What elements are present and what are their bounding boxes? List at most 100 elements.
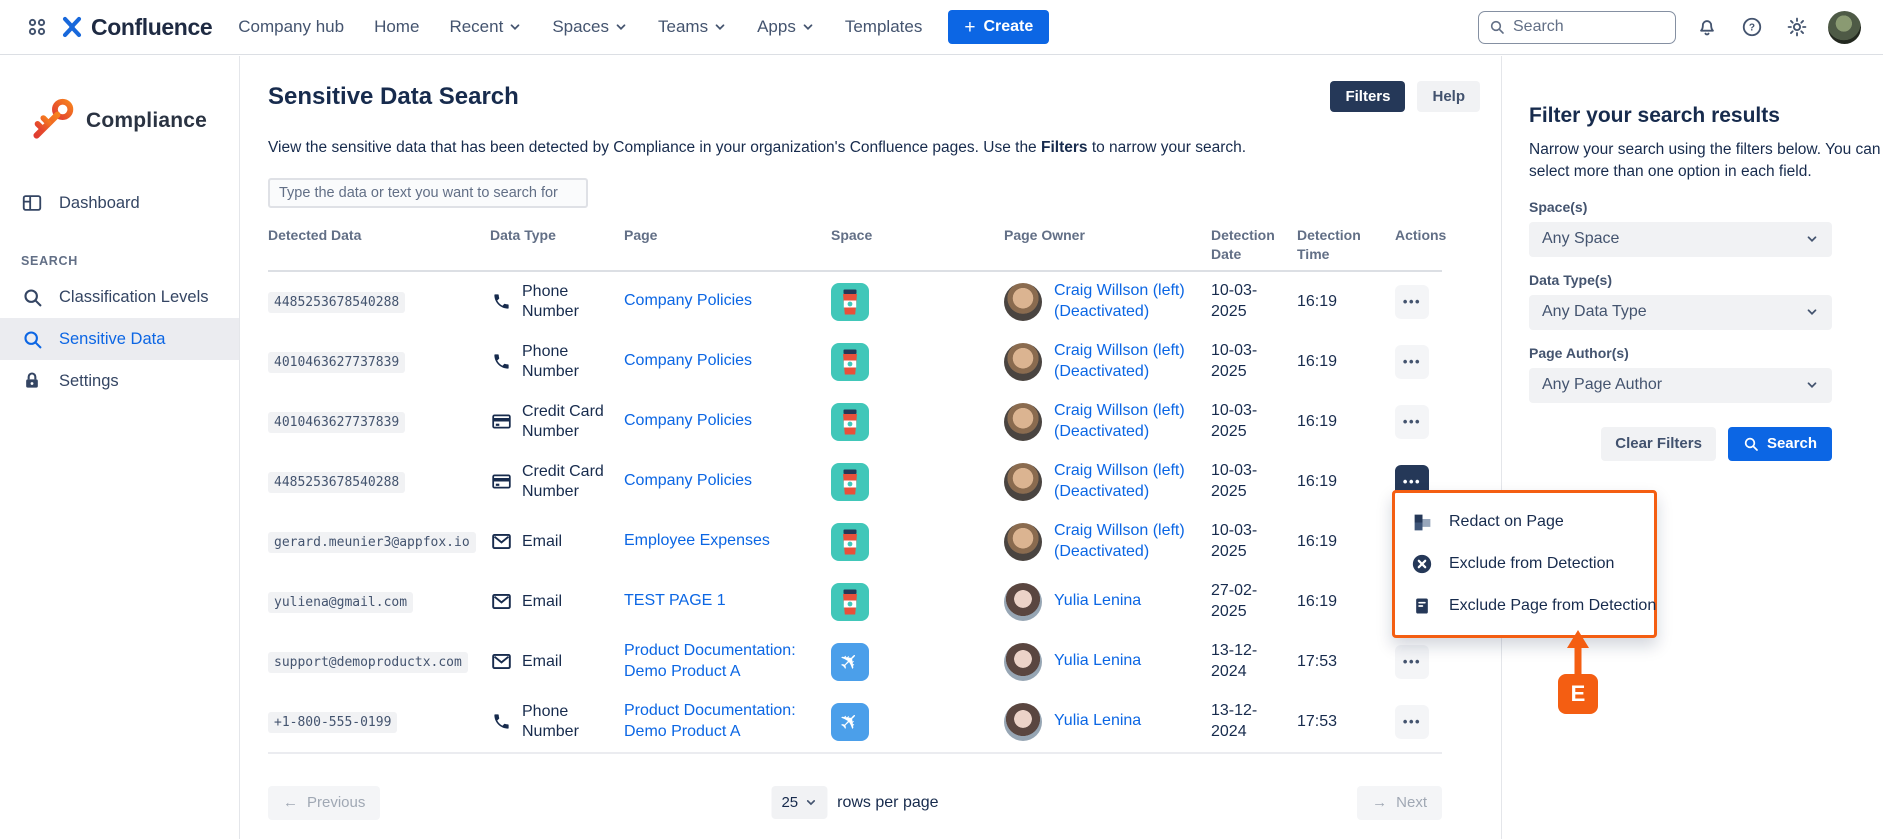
app-switcher-icon[interactable] xyxy=(22,12,52,42)
page-link[interactable]: Company Policies xyxy=(624,411,752,432)
row-actions-button[interactable]: ••• xyxy=(1395,405,1429,439)
cell-page-owner: Craig Willson (left) (Deactivated) xyxy=(1004,281,1211,323)
help-button[interactable]: Help xyxy=(1417,81,1480,112)
menu-item-exclude-page-from-detection[interactable]: Exclude Page from Detection xyxy=(1395,585,1654,627)
page-link[interactable]: TEST PAGE 1 xyxy=(624,591,726,612)
next-page-button[interactable]: → Next xyxy=(1357,786,1442,820)
arrow-right-icon: → xyxy=(1372,794,1387,811)
cell-space: ✈ xyxy=(831,703,1004,741)
user-avatar[interactable] xyxy=(1828,11,1861,44)
page-owner-link[interactable]: Yulia Lenina xyxy=(1054,651,1141,672)
global-search-input[interactable] xyxy=(1513,18,1665,36)
filter-panel-title: Filter your search results xyxy=(1529,104,1883,128)
page-owner-link[interactable]: Craig Willson (left) (Deactivated) xyxy=(1054,461,1203,503)
cell-detected-data: 4010463627737839 xyxy=(268,413,490,431)
row-actions-button[interactable]: ••• xyxy=(1395,705,1429,739)
cell-detection-time: 16:19 xyxy=(1297,473,1395,491)
cell-page: Company Policies xyxy=(624,411,831,432)
topnav-item-home[interactable]: Home xyxy=(374,17,419,37)
help-icon[interactable]: ? xyxy=(1738,13,1766,41)
cell-page: Employee Expenses xyxy=(624,531,831,552)
cell-detected-data: 4010463627737839 xyxy=(268,353,490,371)
notifications-bell-icon[interactable] xyxy=(1693,13,1721,41)
page-link[interactable]: Company Policies xyxy=(624,471,752,492)
detected-data-value: 4010463627737839 xyxy=(268,412,405,433)
cell-actions: ••• xyxy=(1395,645,1442,679)
sidebar-item-classification-levels[interactable]: Classification Levels xyxy=(0,276,239,318)
rows-per-page-select[interactable]: 25 xyxy=(771,786,827,819)
column-header-detected-data: Detected Data xyxy=(268,226,490,245)
filter-field-select[interactable]: Any Data Type xyxy=(1529,295,1832,330)
menu-item-redact-on-page[interactable]: Redact on Page xyxy=(1395,501,1654,543)
page-link[interactable]: Employee Expenses xyxy=(624,531,770,552)
page-link[interactable]: Product Documentation: Demo Product A xyxy=(624,641,809,683)
topnav-item-company-hub[interactable]: Company hub xyxy=(238,17,344,37)
page-link[interactable]: Product Documentation: Demo Product A xyxy=(624,701,809,743)
filter-field-page-author-s-: Page Author(s)Any Page Author xyxy=(1529,345,1832,403)
filter-field-select[interactable]: Any Space xyxy=(1529,222,1832,257)
filter-search-button[interactable]: Search xyxy=(1728,427,1832,461)
plus-icon: + xyxy=(964,18,975,37)
topnav-item-teams[interactable]: Teams xyxy=(658,17,727,37)
coffee-space-icon xyxy=(831,463,1004,501)
previous-page-button[interactable]: ← Previous xyxy=(268,786,380,820)
sidebar-item-settings[interactable]: Settings xyxy=(0,360,239,402)
cell-detection-date: 10-03-2025 xyxy=(1211,521,1297,563)
cell-page: Company Policies xyxy=(624,471,831,492)
compliance-key-icon xyxy=(26,94,80,148)
chevron-down-icon xyxy=(508,20,522,34)
chevron-down-icon xyxy=(804,796,817,809)
table-row: 4010463627737839 Credit Card Number Compan… xyxy=(268,392,1442,452)
clear-filters-button[interactable]: Clear Filters xyxy=(1601,427,1716,461)
data-type-label: Phone Number xyxy=(522,282,614,322)
filter-field-value: Any Space xyxy=(1542,230,1619,248)
pagination: ← Previous 25 rows per page → Next xyxy=(268,786,1442,820)
filter-field-select[interactable]: Any Page Author xyxy=(1529,368,1832,403)
filter-field-value: Any Data Type xyxy=(1542,303,1647,321)
create-button[interactable]: + Create xyxy=(948,10,1049,44)
table-search-input[interactable] xyxy=(268,178,588,208)
page-owner-link[interactable]: Craig Willson (left) (Deactivated) xyxy=(1054,281,1203,323)
page-owner-link[interactable]: Craig Willson (left) (Deactivated) xyxy=(1054,521,1203,563)
confluence-logo[interactable]: Confluence xyxy=(60,14,212,41)
data-type-label: Email xyxy=(522,652,562,672)
cell-space xyxy=(831,523,1004,561)
filters-button[interactable]: Filters xyxy=(1330,81,1405,112)
detected-data-value: gerard.meunier3@appfox.io xyxy=(268,532,476,553)
page-link[interactable]: Company Policies xyxy=(624,351,752,372)
sidebar-item-sensitive-data[interactable]: Sensitive Data xyxy=(0,318,239,360)
page-owner-link[interactable]: Yulia Lenina xyxy=(1054,591,1141,612)
data-type-label: Credit Card Number xyxy=(522,402,614,442)
topnav-item-apps[interactable]: Apps xyxy=(757,17,815,37)
detection-date-value: 13-12-2024 xyxy=(1211,641,1275,683)
phone-icon xyxy=(490,292,512,311)
row-actions-button[interactable]: ••• xyxy=(1395,285,1429,319)
row-actions-button[interactable]: ••• xyxy=(1395,645,1429,679)
data-type-label: Email xyxy=(522,532,562,552)
credit-card-icon xyxy=(490,471,512,492)
app-sidebar: Compliance Dashboard SEARCH Classificati… xyxy=(0,56,240,839)
avatar xyxy=(1004,343,1042,381)
topnav-item-spaces[interactable]: Spaces xyxy=(552,17,628,37)
cell-data-type: Phone Number xyxy=(490,282,624,322)
page-owner-link[interactable]: Yulia Lenina xyxy=(1054,711,1141,732)
settings-gear-icon[interactable] xyxy=(1783,13,1811,41)
row-actions-button[interactable]: ••• xyxy=(1395,345,1429,379)
filter-search-label: Search xyxy=(1767,435,1817,452)
topnav-item-templates[interactable]: Templates xyxy=(845,17,922,37)
table-row: support@demoproductx.com Email Product Doc… xyxy=(268,632,1442,692)
global-search[interactable] xyxy=(1478,11,1676,44)
page-owner-link[interactable]: Craig Willson (left) (Deactivated) xyxy=(1054,341,1203,383)
confluence-logo-icon xyxy=(60,15,84,39)
topnav-item-recent[interactable]: Recent xyxy=(449,17,522,37)
table-row: gerard.meunier3@appfox.io Email Employee E… xyxy=(268,512,1442,572)
data-type-label: Phone Number xyxy=(522,342,614,382)
data-type-label: Email xyxy=(522,592,562,612)
cell-detected-data: support@demoproductx.com xyxy=(268,653,490,671)
menu-item-exclude-from-detection[interactable]: Exclude from Detection xyxy=(1395,543,1654,585)
sidebar-item-dashboard[interactable]: Dashboard xyxy=(0,182,239,224)
cell-space: ✈ xyxy=(831,643,1004,681)
detected-data-value: 4485253678540288 xyxy=(268,292,405,313)
page-owner-link[interactable]: Craig Willson (left) (Deactivated) xyxy=(1054,401,1203,443)
page-link[interactable]: Company Policies xyxy=(624,291,752,312)
